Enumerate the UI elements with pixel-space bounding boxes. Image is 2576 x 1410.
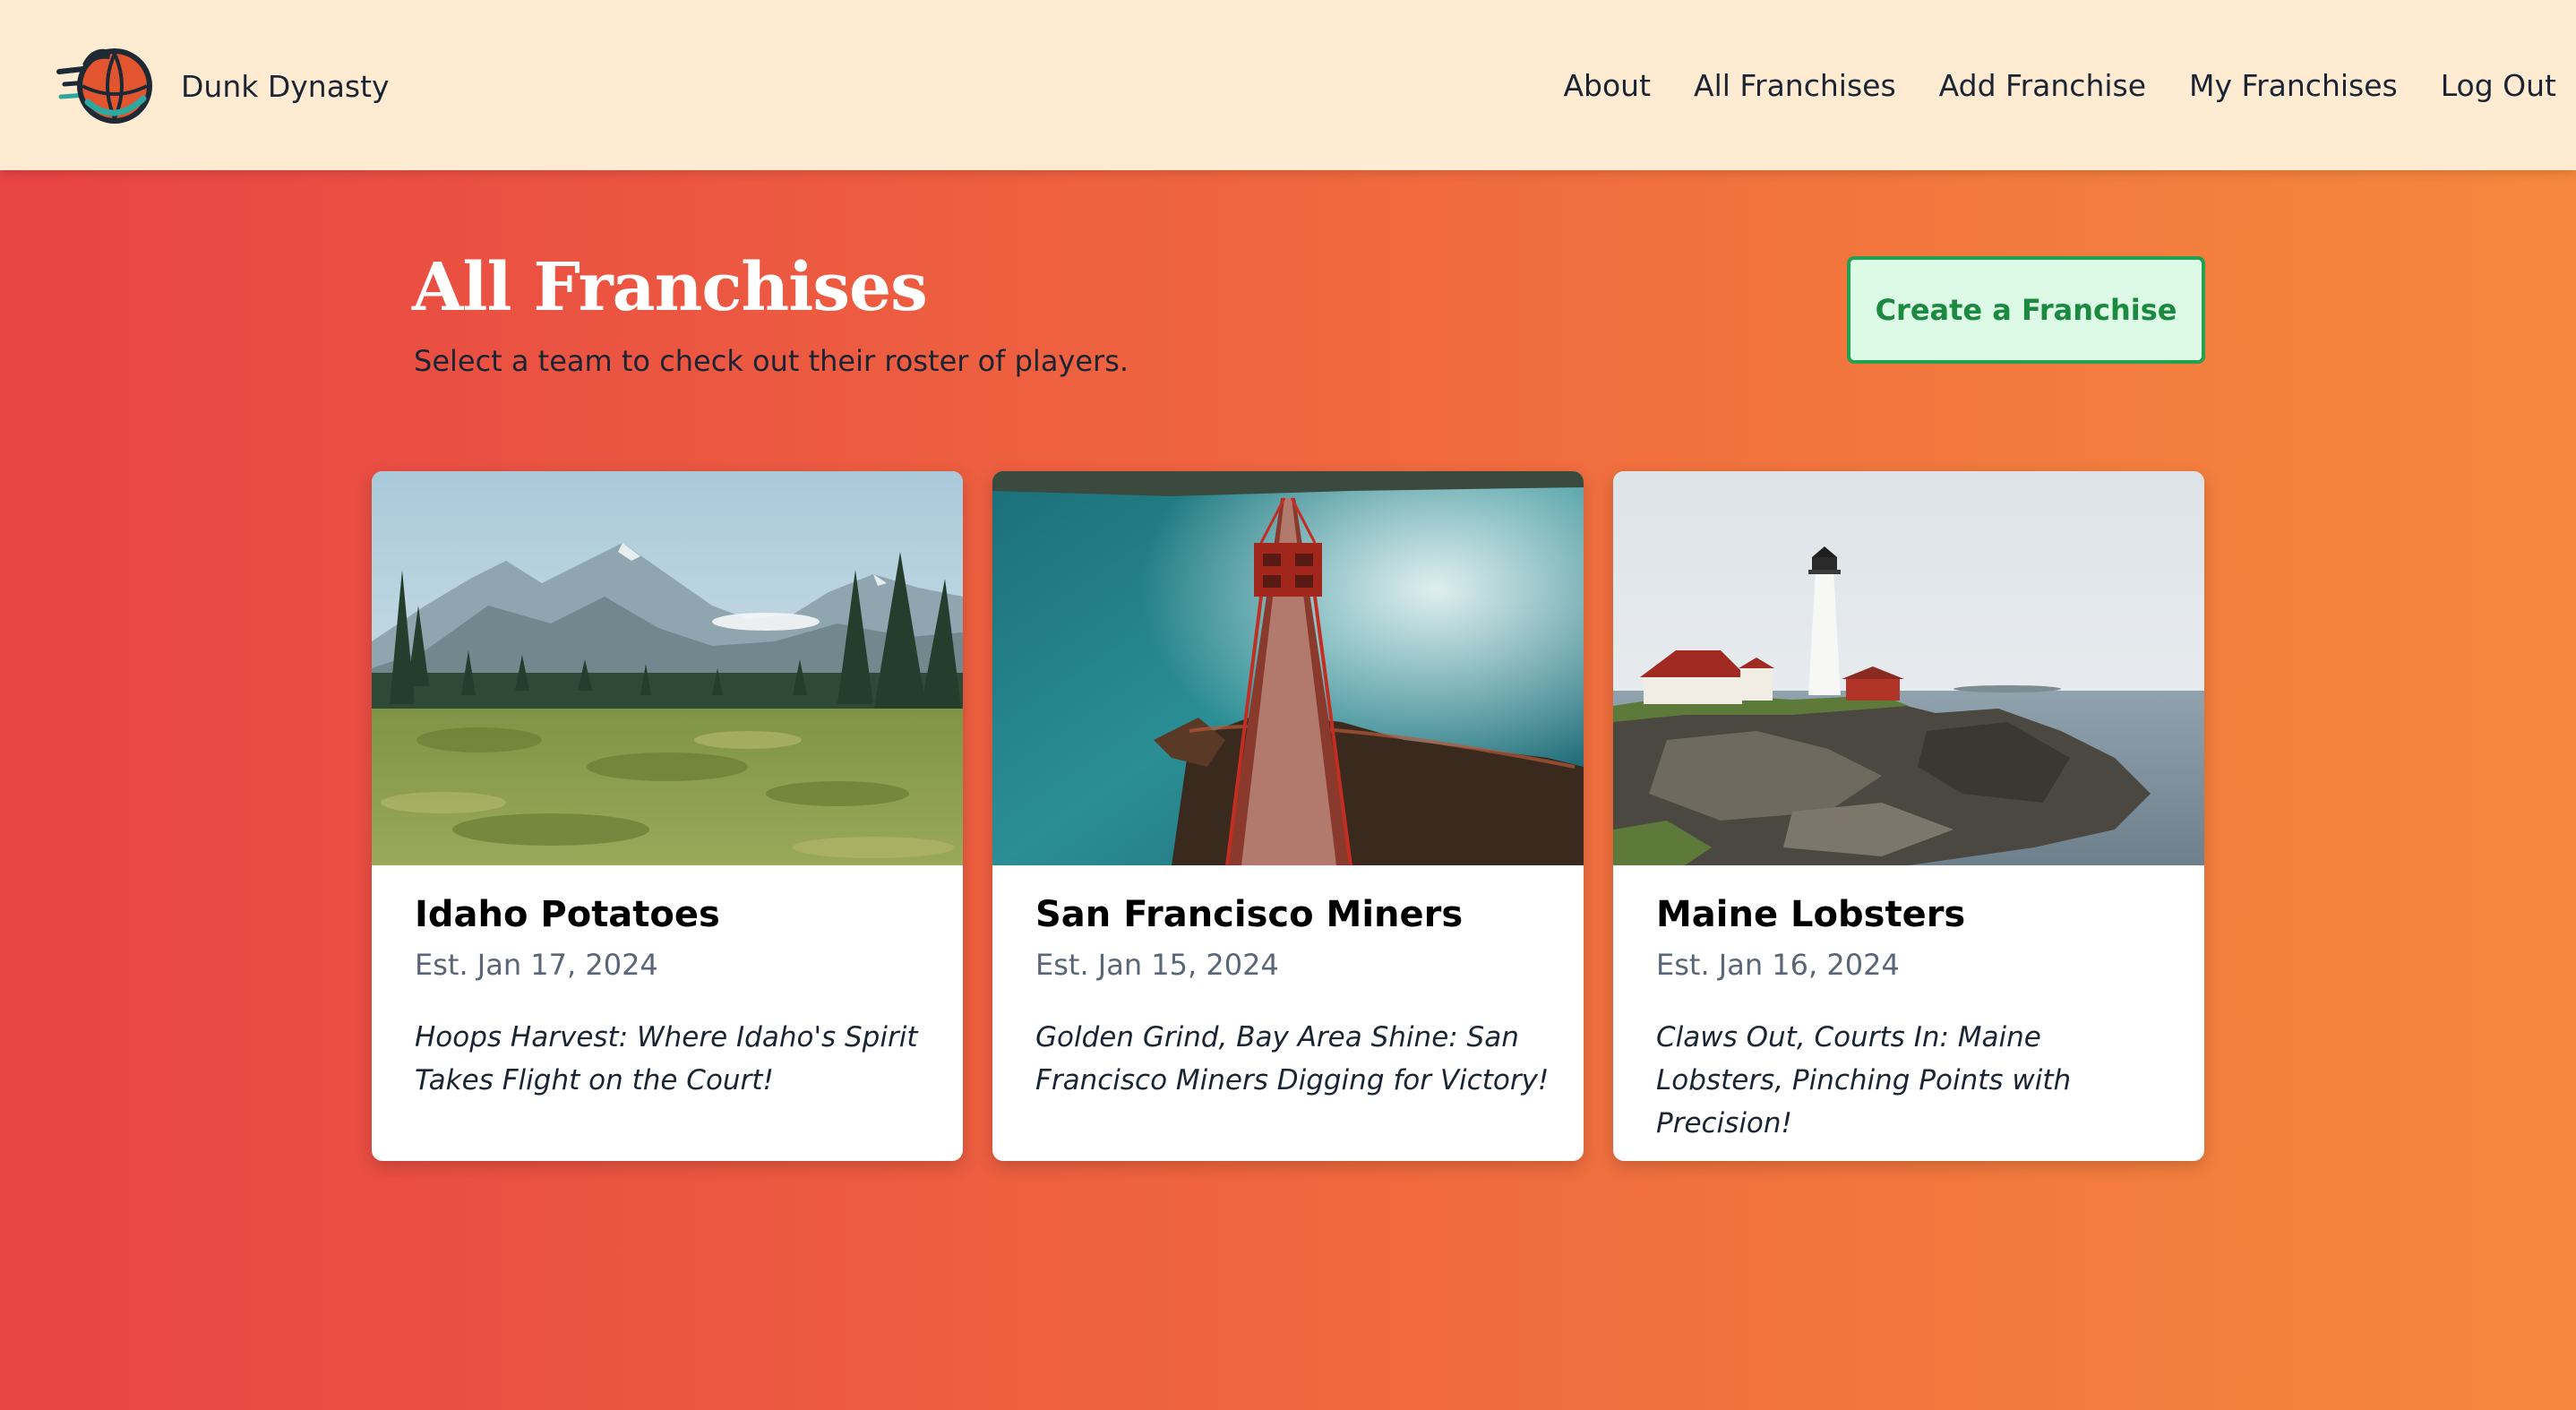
franchise-card-maine-lobsters[interactable]: Maine Lobsters Est. Jan 16, 2024 Claws O… xyxy=(1613,471,2204,1161)
lighthouse-coast-photo xyxy=(1613,471,2204,865)
page-title: All Franchises xyxy=(412,249,928,326)
franchise-name: Idaho Potatoes xyxy=(415,894,720,935)
nav-my-franchises[interactable]: My Franchises xyxy=(2189,68,2398,103)
top-navigation-bar: Dunk Dynasty About All Franchises Add Fr… xyxy=(0,0,2576,170)
franchise-established-date: Est. Jan 15, 2024 xyxy=(1035,948,1279,982)
franchise-tagline: Claws Out, Courts In: Maine Lobsters, Pi… xyxy=(1656,1021,2072,1139)
page-subtitle: Select a team to check out their roster … xyxy=(414,344,1129,378)
create-franchise-button[interactable]: Create a Franchise xyxy=(1847,256,2205,364)
franchise-established-date: Est. Jan 17, 2024 xyxy=(415,948,658,982)
franchise-established-date: Est. Jan 16, 2024 xyxy=(1656,948,1900,982)
main-nav: About All Franchises Add Franchise My Fr… xyxy=(1520,63,2576,107)
basketball-logo-icon xyxy=(56,48,152,124)
mountain-meadow-photo xyxy=(372,471,963,865)
nav-log-out[interactable]: Log Out xyxy=(2441,68,2556,103)
franchise-card-san-francisco-miners[interactable]: San Francisco Miners Est. Jan 15, 2024 G… xyxy=(992,471,1584,1161)
nav-add-franchise[interactable]: Add Franchise xyxy=(1939,68,2146,103)
golden-gate-bridge-photo xyxy=(992,471,1584,865)
brand-home-link[interactable]: Dunk Dynasty xyxy=(56,39,390,133)
franchise-card-idaho-potatoes[interactable]: Idaho Potatoes Est. Jan 17, 2024 Hoops H… xyxy=(372,471,963,1161)
franchise-tagline: Golden Grind, Bay Area Shine: San Franci… xyxy=(1035,1021,1550,1096)
nav-about[interactable]: About xyxy=(1563,68,1651,103)
franchise-name: San Francisco Miners xyxy=(1035,894,1464,935)
franchise-tagline: Hoops Harvest: Where Idaho's Spirit Take… xyxy=(415,1021,918,1096)
nav-all-franchises[interactable]: All Franchises xyxy=(1694,68,1896,103)
franchise-name: Maine Lobsters xyxy=(1656,894,1966,935)
brand-name: Dunk Dynasty xyxy=(181,68,390,104)
